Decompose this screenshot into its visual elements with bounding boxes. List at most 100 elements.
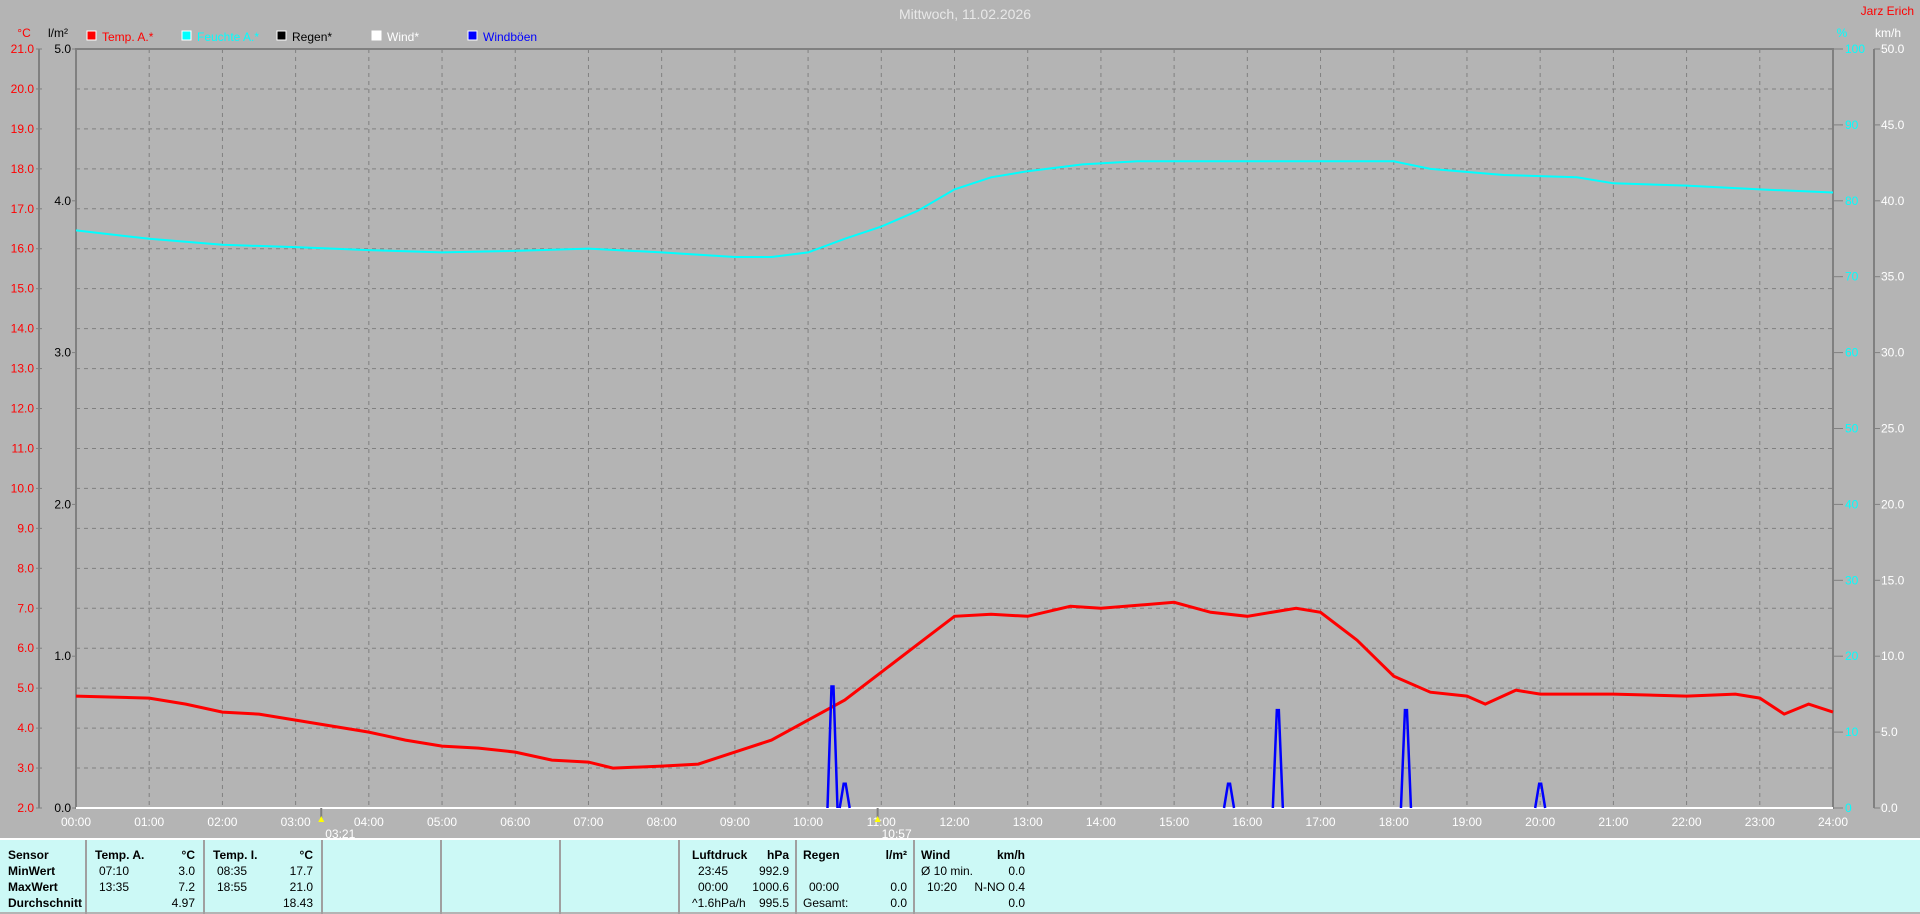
temp-tick-label: 9.0 <box>17 521 34 535</box>
temp-tick-label: 16.0 <box>11 242 35 256</box>
temp-a-min: 3.0 <box>178 863 195 879</box>
rain-tick-label: 3.0 <box>54 346 71 360</box>
rain-header: Regen <box>803 847 840 863</box>
x-tick-label: 19:00 <box>1452 815 1482 829</box>
x-tick-label: 02:00 <box>207 815 237 829</box>
humidity-tick-label: 100 <box>1845 42 1865 56</box>
rain-tick-label: 1.0 <box>54 649 71 663</box>
x-tick-label: 14:00 <box>1086 815 1116 829</box>
gust-spike <box>1224 784 1234 808</box>
temp-a-header: Temp. A. <box>95 847 144 863</box>
temp-tick-label: 18.0 <box>11 162 35 176</box>
x-tick-label: 22:00 <box>1672 815 1702 829</box>
temp-tick-label: 5.0 <box>17 681 34 695</box>
temp-i-max-time: 18:55 <box>217 879 247 895</box>
wind-max-time: 10:20 <box>927 879 957 895</box>
gust-spike <box>840 784 850 808</box>
x-tick-label: 18:00 <box>1379 815 1409 829</box>
rain-tick-label: 0.0 <box>54 801 71 815</box>
marker-label: 03:21 <box>325 827 355 838</box>
humidity-tick-label: 70 <box>1845 270 1859 284</box>
stats-table: Sensor MinWert MaxWert Durchschnitt Temp… <box>0 838 1920 912</box>
x-tick-label: 21:00 <box>1598 815 1628 829</box>
legend-swatch <box>87 31 96 40</box>
x-tick-label: 13:00 <box>1013 815 1043 829</box>
temp-tick-label: 13.0 <box>11 362 35 376</box>
humidity-tick-label: 30 <box>1845 573 1859 587</box>
weather-chart: Mittwoch, 11.02.2026 Jarz Erich °C l/m² … <box>0 0 1920 838</box>
x-tick-label: 07:00 <box>573 815 603 829</box>
humidity-tick-label: 40 <box>1845 497 1859 511</box>
wind-tick-label: 45.0 <box>1881 118 1905 132</box>
temp-tick-label: 8.0 <box>17 561 34 575</box>
temp-tick-label: 6.0 <box>17 641 34 655</box>
wind-last: 0.0 <box>1008 895 1025 911</box>
temp-i-unit: °C <box>300 847 313 863</box>
temp-tick-label: 2.0 <box>17 801 34 815</box>
temp-axis-unit: °C <box>17 26 31 40</box>
grid: 00:0001:0002:0003:0004:0005:0006:0007:00… <box>61 49 1848 829</box>
wind-tick-label: 15.0 <box>1881 573 1905 587</box>
moonrise-icon <box>318 816 324 822</box>
temp-a-avg: 4.97 <box>172 895 195 911</box>
temp-tick-label: 10.0 <box>11 481 35 495</box>
pressure-header: Luftdruck <box>692 847 747 863</box>
empty-column <box>323 840 442 914</box>
wind-tick-label: 10.0 <box>1881 649 1905 663</box>
chart-title: Mittwoch, 11.02.2026 <box>899 6 1031 22</box>
x-tick-label: 24:00 <box>1818 815 1848 829</box>
rain-tick-label: 4.0 <box>54 194 71 208</box>
avg-label: Durchschnitt <box>8 895 82 911</box>
x-tick-label: 16:00 <box>1232 815 1262 829</box>
station-name: Jarz Erich <box>1861 4 1914 18</box>
min-label: MinWert <box>8 863 55 879</box>
pressure-max: 1000.6 <box>752 879 789 895</box>
pressure-min: 992.9 <box>759 863 789 879</box>
humidity-tick-label: 0 <box>1845 801 1852 815</box>
rain-axis-unit: l/m² <box>48 26 68 40</box>
rain-max: 0.0 <box>890 879 907 895</box>
temp-a-unit: °C <box>182 847 195 863</box>
temp-tick-label: 4.0 <box>17 721 34 735</box>
rain-unit: l/m² <box>886 847 907 863</box>
temp-tick-label: 11.0 <box>12 441 35 455</box>
legend-label: Feuchte A.* <box>197 30 259 44</box>
temp-a-column: Temp. A.°C 07:103.0 13:357.2 4.97 <box>87 840 205 914</box>
temp-tick-label: 14.0 <box>11 322 35 336</box>
temp-a-min-time: 07:10 <box>99 863 129 879</box>
pressure-unit: hPa <box>767 847 789 863</box>
wind-avg: 0.0 <box>1008 863 1025 879</box>
wind-tick-label: 35.0 <box>1881 270 1905 284</box>
x-tick-label: 01:00 <box>134 815 164 829</box>
temp-tick-label: 19.0 <box>11 122 35 136</box>
x-tick-label: 04:00 <box>354 815 384 829</box>
rain-column: Regenl/m² 00:000.0 Gesamt:0.0 <box>797 840 915 914</box>
empty-column <box>561 840 680 914</box>
wind-header: Wind <box>921 847 950 863</box>
x-tick-label: 17:00 <box>1306 815 1336 829</box>
wind-tick-label: 20.0 <box>1881 497 1905 511</box>
rain-total: 0.0 <box>890 895 907 911</box>
x-tick-label: 10:00 <box>793 815 823 829</box>
humidity-tick-label: 80 <box>1845 194 1859 208</box>
legend-swatch <box>468 31 477 40</box>
x-tick-label: 09:00 <box>720 815 750 829</box>
x-tick-label: 00:00 <box>61 815 91 829</box>
legend-label: Temp. A.* <box>102 30 154 44</box>
humidity-tick-label: 90 <box>1845 118 1859 132</box>
humidity-tick-label: 10 <box>1845 725 1859 739</box>
humidity-tick-label: 50 <box>1845 422 1859 436</box>
wind-tick-label: 0.0 <box>1881 801 1898 815</box>
temp-tick-label: 17.0 <box>11 202 35 216</box>
legend-label: Wind* <box>387 30 419 44</box>
temp-i-min: 17.7 <box>290 863 313 879</box>
wind-max: N-NO 0.4 <box>974 879 1025 895</box>
temp-i-max: 21.0 <box>290 879 313 895</box>
wind-axis-unit: km/h <box>1875 26 1901 40</box>
x-tick-label: 03:00 <box>281 815 311 829</box>
wind-tick-label: 50.0 <box>1881 42 1905 56</box>
pressure-max-time: 00:00 <box>698 879 728 895</box>
temp-i-header: Temp. I. <box>213 847 257 863</box>
x-tick-label: 06:00 <box>500 815 530 829</box>
wind-tick-label: 40.0 <box>1881 194 1905 208</box>
